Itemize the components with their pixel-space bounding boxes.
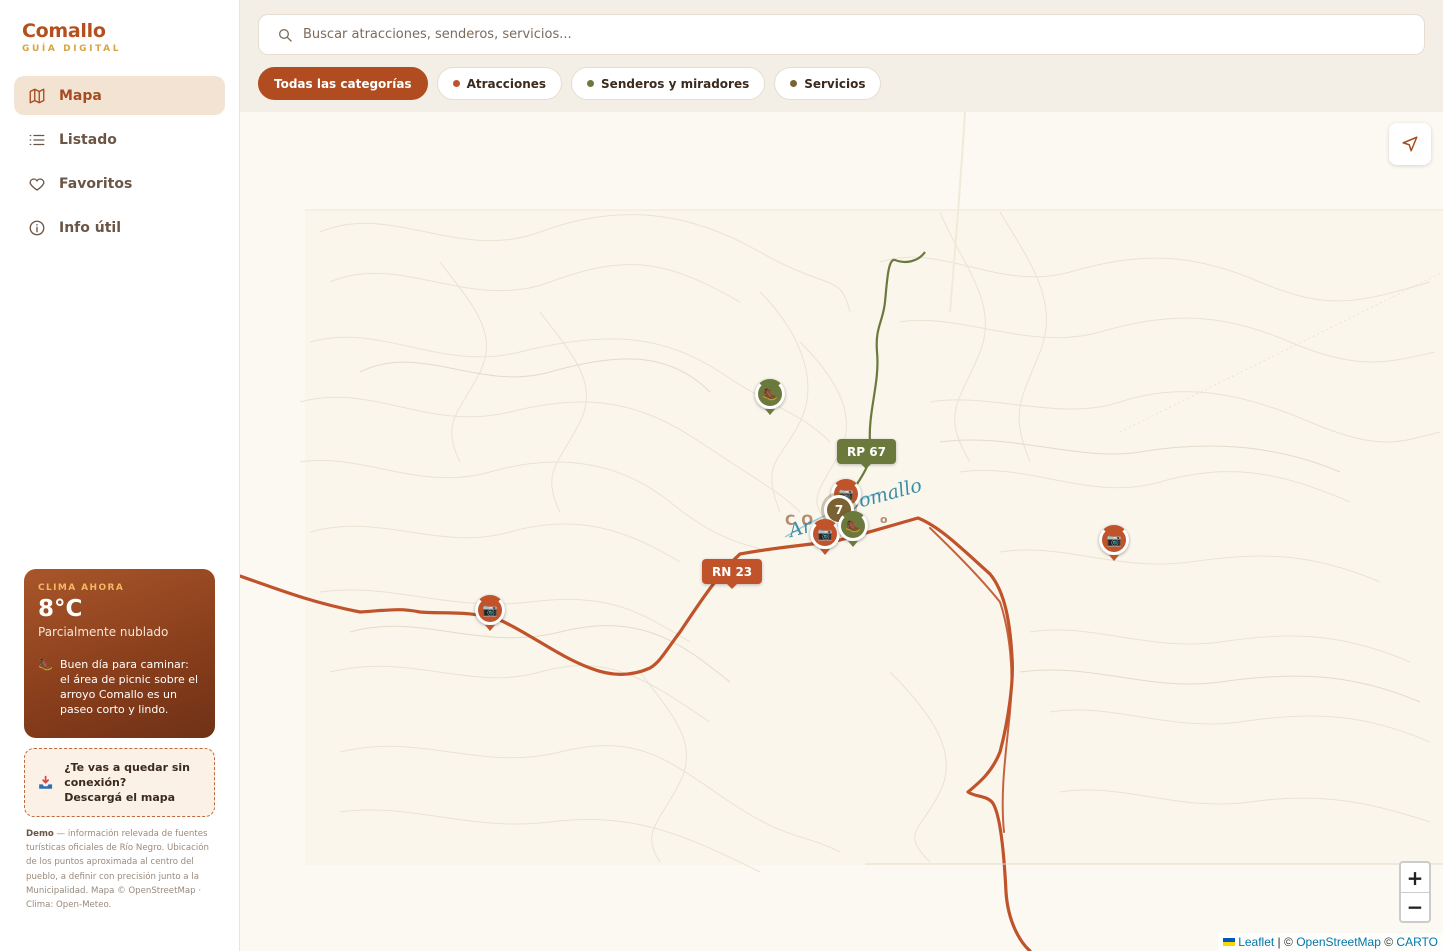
category-dot-icon <box>587 80 595 87</box>
camera-icon: 📷 <box>817 527 833 541</box>
map-marker-sendero[interactable]: 🥾 <box>838 511 868 547</box>
list-icon <box>28 131 46 149</box>
offline-question: ¿Te vas a quedar sin conexión? <box>64 761 191 789</box>
camera-icon: 📷 <box>1106 533 1122 547</box>
credits-lead: Demo <box>26 829 54 839</box>
nav-item-listado[interactable]: Listado <box>14 120 225 159</box>
nav-label: Listado <box>59 131 117 148</box>
navigation-arrow-icon <box>1402 136 1418 152</box>
heart-icon <box>28 175 46 193</box>
map-view[interactable]: CO o Ar Comallo RN 23 RP 67 🥾 📷 7 📷 🥾 📷 … <box>240 112 1443 951</box>
filter-chip-label: Todas las categorías <box>274 76 412 91</box>
road-label-rn23: RN 23 <box>702 559 763 589</box>
zoom-in-button[interactable]: + <box>1401 863 1429 892</box>
ukraine-flag-icon <box>1223 938 1236 946</box>
nav-label: Favoritos <box>59 175 133 192</box>
search-icon <box>279 28 292 42</box>
sidebar: Comallo GUÍA DIGITAL Mapa Listado Favori… <box>0 0 240 951</box>
download-inbox-icon <box>39 775 53 789</box>
weather-label: CLIMA AHORA <box>38 583 125 593</box>
offline-download-button[interactable]: ¿Te vas a quedar sin conexión? Descargá … <box>24 748 215 817</box>
filter-chip-servicios[interactable]: Servicios <box>774 67 882 100</box>
map-attribution: Leaflet | © OpenStreetMap © CARTO <box>1218 933 1443 951</box>
search-input[interactable] <box>303 27 1403 42</box>
weather-temperature: 8°C <box>38 596 83 622</box>
locate-me-button[interactable] <box>1389 123 1431 165</box>
nav-item-favoritos[interactable]: Favoritos <box>14 164 225 203</box>
filter-chip-label: Atracciones <box>466 76 547 91</box>
credits-note: Demo — información relevada de fuentes t… <box>26 827 216 912</box>
filter-chip-label: Servicios <box>804 76 866 91</box>
category-dot-icon <box>790 80 798 87</box>
info-icon <box>28 219 46 237</box>
offline-text: ¿Te vas a quedar sin conexión? Descargá … <box>64 760 214 805</box>
nav-label: Mapa <box>59 87 102 104</box>
attribution-separator: © <box>1380 935 1397 949</box>
camera-icon: 📷 <box>482 603 498 617</box>
brand-subtitle: GUÍA DIGITAL <box>22 44 122 54</box>
offline-action: Descargá el mapa <box>64 791 176 804</box>
credits-text: — información relevada de fuentes turíst… <box>26 829 209 911</box>
map-marker-atraccion[interactable]: 📷 <box>1099 525 1129 561</box>
zoom-control: + − <box>1399 861 1431 923</box>
town-label-suffix: o <box>880 513 894 526</box>
nav-item-info[interactable]: Info útil <box>14 208 225 247</box>
map-marker-atraccion[interactable]: 📷 <box>475 595 505 631</box>
filter-chip-atracciones[interactable]: Atracciones <box>436 67 563 100</box>
nav-label: Info útil <box>59 219 122 236</box>
category-dot-icon <box>452 80 460 87</box>
map-marker-atraccion[interactable]: 📷 <box>810 519 840 555</box>
filter-chip-senderos[interactable]: Senderos y miradores <box>571 67 766 100</box>
weather-tip: 🥾 Buen día para caminar: el área de picn… <box>38 657 201 717</box>
filter-chip-todas[interactable]: Todas las categorías <box>258 67 428 100</box>
leaflet-link[interactable]: Leaflet <box>1238 935 1274 949</box>
brand[interactable]: Comallo GUÍA DIGITAL <box>22 20 121 54</box>
hiking-boot-icon: 🥾 <box>762 387 778 401</box>
top-bar: Todas las categorías Atracciones Sendero… <box>240 0 1443 112</box>
map-marker-sendero[interactable]: 🥾 <box>755 379 785 415</box>
map-icon <box>28 87 46 105</box>
filter-chip-label: Senderos y miradores <box>601 76 750 91</box>
road-label-rp67: RP 67 <box>837 439 896 469</box>
weather-tip-text: Buen día para caminar: el área de picnic… <box>60 658 199 716</box>
category-filters: Todas las categorías Atracciones Sendero… <box>258 67 890 100</box>
weather-condition: Parcialmente nublado <box>38 625 169 639</box>
zoom-out-button[interactable]: − <box>1401 892 1429 921</box>
search-bar[interactable] <box>258 14 1425 55</box>
carto-link[interactable]: CARTO <box>1396 935 1438 949</box>
attribution-separator: | © <box>1274 935 1297 949</box>
main-nav: Mapa Listado Favoritos Info útil <box>14 76 225 252</box>
nav-item-mapa[interactable]: Mapa <box>14 76 225 115</box>
hiking-boot-icon: 🥾 <box>845 519 861 533</box>
hiking-boot-icon: 🥾 <box>38 657 53 671</box>
osm-link[interactable]: OpenStreetMap <box>1296 935 1381 949</box>
brand-name: Comallo <box>22 20 106 42</box>
weather-card: CLIMA AHORA 8°C Parcialmente nublado 🥾 B… <box>24 569 215 738</box>
